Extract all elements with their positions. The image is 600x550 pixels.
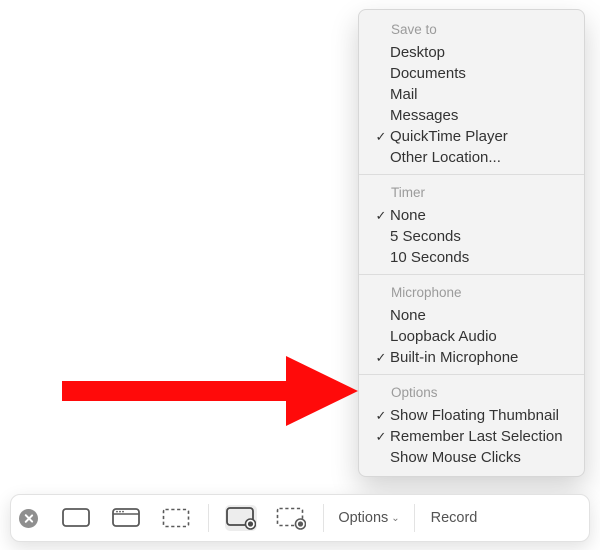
record-selection-icon [276, 506, 306, 530]
record-selection-button[interactable] [275, 505, 307, 531]
window-icon [112, 507, 140, 529]
menu-section-header-microphone: Microphone [359, 281, 584, 305]
menu-item-label: Documents [390, 63, 572, 84]
menu-section-header-options: Options [359, 381, 584, 405]
callout-arrow-icon [62, 356, 358, 429]
capture-window-button[interactable] [110, 505, 142, 531]
check-icon: ✓ [372, 126, 390, 147]
menu-separator [359, 174, 584, 175]
menu-item-mic-none[interactable]: None [359, 305, 584, 326]
capture-selection-button[interactable] [160, 505, 192, 531]
menu-section-header-timer: Timer [359, 181, 584, 205]
menu-item-messages[interactable]: Messages [359, 105, 584, 126]
menu-item-label: Messages [390, 105, 572, 126]
menu-item-mic-builtin[interactable]: ✓Built-in Microphone [359, 347, 584, 368]
options-button-label: Options [338, 510, 388, 526]
menu-item-mail[interactable]: Mail [359, 84, 584, 105]
menu-item-label: QuickTime Player [390, 126, 572, 147]
menu-item-label: 10 Seconds [390, 247, 572, 268]
menu-item-remember-selection[interactable]: ✓Remember Last Selection [359, 426, 584, 447]
menu-separator [359, 274, 584, 275]
menu-item-timer-none[interactable]: ✓None [359, 205, 584, 226]
menu-item-other-location[interactable]: Other Location... [359, 147, 584, 168]
menu-section-header-save-to: Save to [359, 18, 584, 42]
menu-item-quicktime-player[interactable]: ✓QuickTime Player [359, 126, 584, 147]
menu-item-documents[interactable]: Documents [359, 63, 584, 84]
record-screen-icon [226, 506, 256, 530]
menu-item-timer-10s[interactable]: 10 Seconds [359, 247, 584, 268]
menu-item-timer-5s[interactable]: 5 Seconds [359, 226, 584, 247]
check-icon: ✓ [372, 405, 390, 426]
record-button[interactable]: Record [415, 496, 493, 541]
close-button[interactable] [19, 509, 38, 528]
record-entire-screen-button[interactable] [225, 505, 257, 531]
close-icon [24, 514, 33, 523]
capture-entire-screen-button[interactable] [60, 505, 92, 531]
entire-screen-icon [62, 507, 90, 529]
menu-item-show-clicks[interactable]: Show Mouse Clicks [359, 447, 584, 468]
menu-item-label: Mail [390, 84, 572, 105]
options-menu: Save to Desktop Documents Mail Messages … [358, 9, 585, 477]
menu-separator [359, 374, 584, 375]
menu-item-label: Show Mouse Clicks [390, 447, 572, 468]
menu-item-label: 5 Seconds [390, 226, 572, 247]
menu-item-label: None [390, 205, 572, 226]
menu-item-label: Desktop [390, 42, 572, 63]
record-button-label: Record [431, 510, 478, 526]
menu-item-label: Other Location... [390, 147, 572, 168]
options-button[interactable]: Options ⌄ [324, 496, 414, 541]
menu-item-label: None [390, 305, 572, 326]
check-icon: ✓ [372, 426, 390, 447]
menu-item-show-thumbnail[interactable]: ✓Show Floating Thumbnail [359, 405, 584, 426]
menu-item-label: Remember Last Selection [390, 426, 572, 447]
selection-icon [162, 507, 190, 529]
menu-item-label: Show Floating Thumbnail [390, 405, 572, 426]
menu-item-label: Built-in Microphone [390, 347, 572, 368]
menu-item-label: Loopback Audio [390, 326, 572, 347]
menu-item-desktop[interactable]: Desktop [359, 42, 584, 63]
chevron-down-icon: ⌄ [391, 513, 399, 524]
menu-item-mic-loopback[interactable]: Loopback Audio [359, 326, 584, 347]
check-icon: ✓ [372, 347, 390, 368]
check-icon: ✓ [372, 205, 390, 226]
screenshot-toolbar: Options ⌄ Record [10, 494, 590, 542]
